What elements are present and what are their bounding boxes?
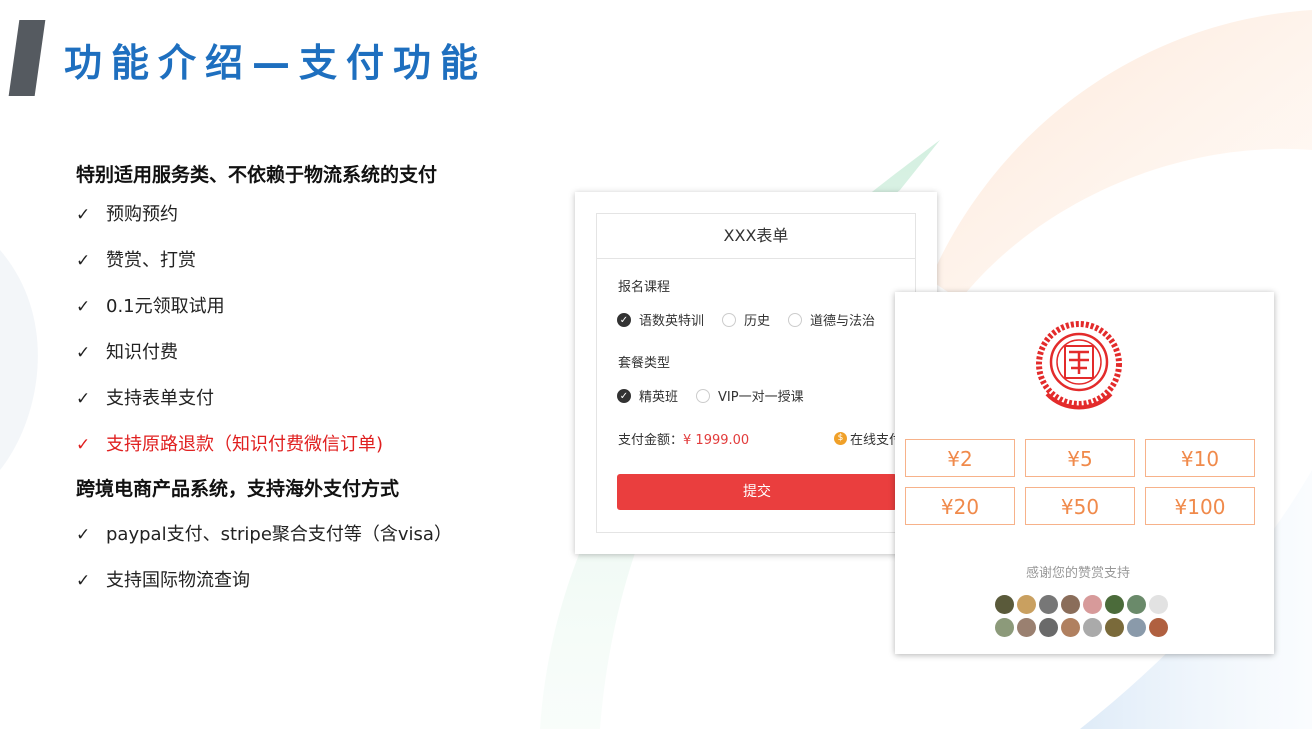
- amount-grid: ¥2 ¥5 ¥10 ¥20 ¥50 ¥100: [905, 439, 1257, 525]
- form-title: XXX表单: [597, 214, 915, 259]
- amount-button[interactable]: ¥50: [1025, 487, 1135, 525]
- reward-screenshot: ¥2 ¥5 ¥10 ¥20 ¥50 ¥100 感谢您的赞赏支持: [895, 292, 1274, 654]
- option-label: 语数英特训: [639, 314, 705, 329]
- avatar: [1105, 618, 1124, 637]
- avatar: [1127, 595, 1146, 614]
- check-icon: ✓: [76, 389, 91, 409]
- feature-item: ✓ paypal支付、stripe聚合支付等（含visa）: [76, 512, 546, 558]
- option-label: 历史: [744, 314, 771, 329]
- avatar: [1105, 595, 1124, 614]
- feature-item-highlight: ✓ 支持原路退款（知识付费微信订单): [76, 422, 546, 468]
- check-icon: ✓: [76, 343, 91, 363]
- package-option[interactable]: VIP一对一授课: [696, 386, 804, 405]
- submit-button[interactable]: 提交: [617, 474, 897, 510]
- radio-icon: [696, 388, 711, 403]
- amount-button[interactable]: ¥5: [1025, 439, 1135, 477]
- avatar: [995, 618, 1014, 637]
- feature-item: ✓ 支持国际物流查询: [76, 558, 546, 604]
- page-title: 功能介绍—支付功能: [64, 41, 488, 85]
- amount-button[interactable]: ¥100: [1145, 487, 1255, 525]
- avatar: [1083, 618, 1102, 637]
- package-options: ✓ 精英班 VIP一对一授课: [617, 386, 822, 405]
- form-card: XXX表单 报名课程 ✓ 语数英特训 历史 道德与法治 套餐类型 ✓ 精英班 VIP…: [596, 213, 916, 533]
- avatar: [1039, 618, 1058, 637]
- title-accent-bar: [8, 20, 46, 96]
- feature-text: 支持表单支付: [106, 388, 214, 409]
- course-options: ✓ 语数英特训 历史 道德与法治: [617, 310, 893, 329]
- section-heading-services: 特别适用服务类、不依赖于物流系统的支付: [76, 164, 438, 186]
- option-label: 道德与法治: [810, 314, 876, 329]
- package-label: 套餐类型: [618, 356, 671, 371]
- check-icon: ✓: [76, 297, 91, 317]
- avatar: [1149, 618, 1168, 637]
- option-label: VIP一对一授课: [718, 390, 804, 405]
- radio-icon: [788, 312, 803, 327]
- amount-button[interactable]: ¥2: [905, 439, 1015, 477]
- checked-radio-icon: ✓: [617, 312, 631, 327]
- avatar: [1017, 618, 1036, 637]
- package-option[interactable]: ✓ 精英班: [617, 386, 678, 405]
- feature-text: paypal支付、stripe聚合支付等（含visa）: [106, 524, 452, 545]
- feature-item: ✓ 赞赏、打赏: [76, 238, 546, 284]
- thanks-text: 感谢您的赞赏支持: [1025, 566, 1130, 581]
- avatar: [1149, 595, 1168, 614]
- avatar-row: [995, 618, 1175, 637]
- section-heading-crossborder: 跨境电商产品系统，支持海外支付方式: [76, 478, 400, 500]
- check-icon: ✓: [76, 525, 91, 545]
- amount-button[interactable]: ¥20: [905, 487, 1015, 525]
- feature-item: ✓ 支持表单支付: [76, 376, 546, 422]
- avatar: [1127, 618, 1146, 637]
- amount-row: 支付金额：¥ 1999.00 $ 在线支付: [618, 429, 908, 448]
- check-icon: ✓: [76, 205, 91, 225]
- course-option[interactable]: 历史: [722, 310, 770, 329]
- feature-text: 0.1元领取试用: [106, 296, 225, 317]
- amount-value: ¥ 1999.00: [683, 433, 750, 448]
- form-screenshot: XXX表单 报名课程 ✓ 语数英特训 历史 道德与法治 套餐类型 ✓ 精英班 VIP…: [575, 192, 937, 554]
- checked-radio-icon: ✓: [617, 388, 631, 403]
- course-option[interactable]: ✓ 语数英特训: [617, 310, 704, 329]
- avatar: [1017, 595, 1036, 614]
- check-icon: ✓: [76, 251, 91, 271]
- check-icon: ✓: [76, 435, 91, 455]
- feature-text: 预购预约: [106, 204, 178, 225]
- avatar: [995, 595, 1014, 614]
- check-icon: ✓: [76, 571, 91, 591]
- avatar: [1083, 595, 1102, 614]
- feature-text: 赞赏、打赏: [106, 250, 196, 271]
- feature-list: 特别适用服务类、不依赖于物流系统的支付 ✓ 预购预约 ✓ 赞赏、打赏 ✓ 0.1元领取…: [76, 158, 546, 604]
- pay-method[interactable]: $ 在线支付: [833, 429, 902, 448]
- supporter-avatars: [995, 595, 1175, 641]
- avatar: [1039, 595, 1058, 614]
- coin-icon: $: [833, 432, 847, 445]
- feature-text: 支持国际物流查询: [106, 570, 250, 591]
- avatar: [1061, 595, 1080, 614]
- feature-item: ✓ 预购预约: [76, 192, 546, 238]
- feature-text: 知识付费: [106, 342, 178, 363]
- radio-icon: [722, 312, 737, 327]
- option-label: 精英班: [639, 390, 679, 405]
- feature-item: ✓ 0.1元领取试用: [76, 284, 546, 330]
- seal-logo-icon: [1036, 321, 1122, 410]
- amount-label: 支付金额：: [618, 433, 684, 448]
- course-label: 报名课程: [618, 280, 671, 295]
- course-option[interactable]: 道德与法治: [788, 310, 875, 329]
- avatar: [1061, 618, 1080, 637]
- feature-text: 支持原路退款（知识付费微信订单): [106, 434, 384, 455]
- amount-button[interactable]: ¥10: [1145, 439, 1255, 477]
- feature-item: ✓ 知识付费: [76, 330, 546, 376]
- avatar-row: [995, 595, 1175, 614]
